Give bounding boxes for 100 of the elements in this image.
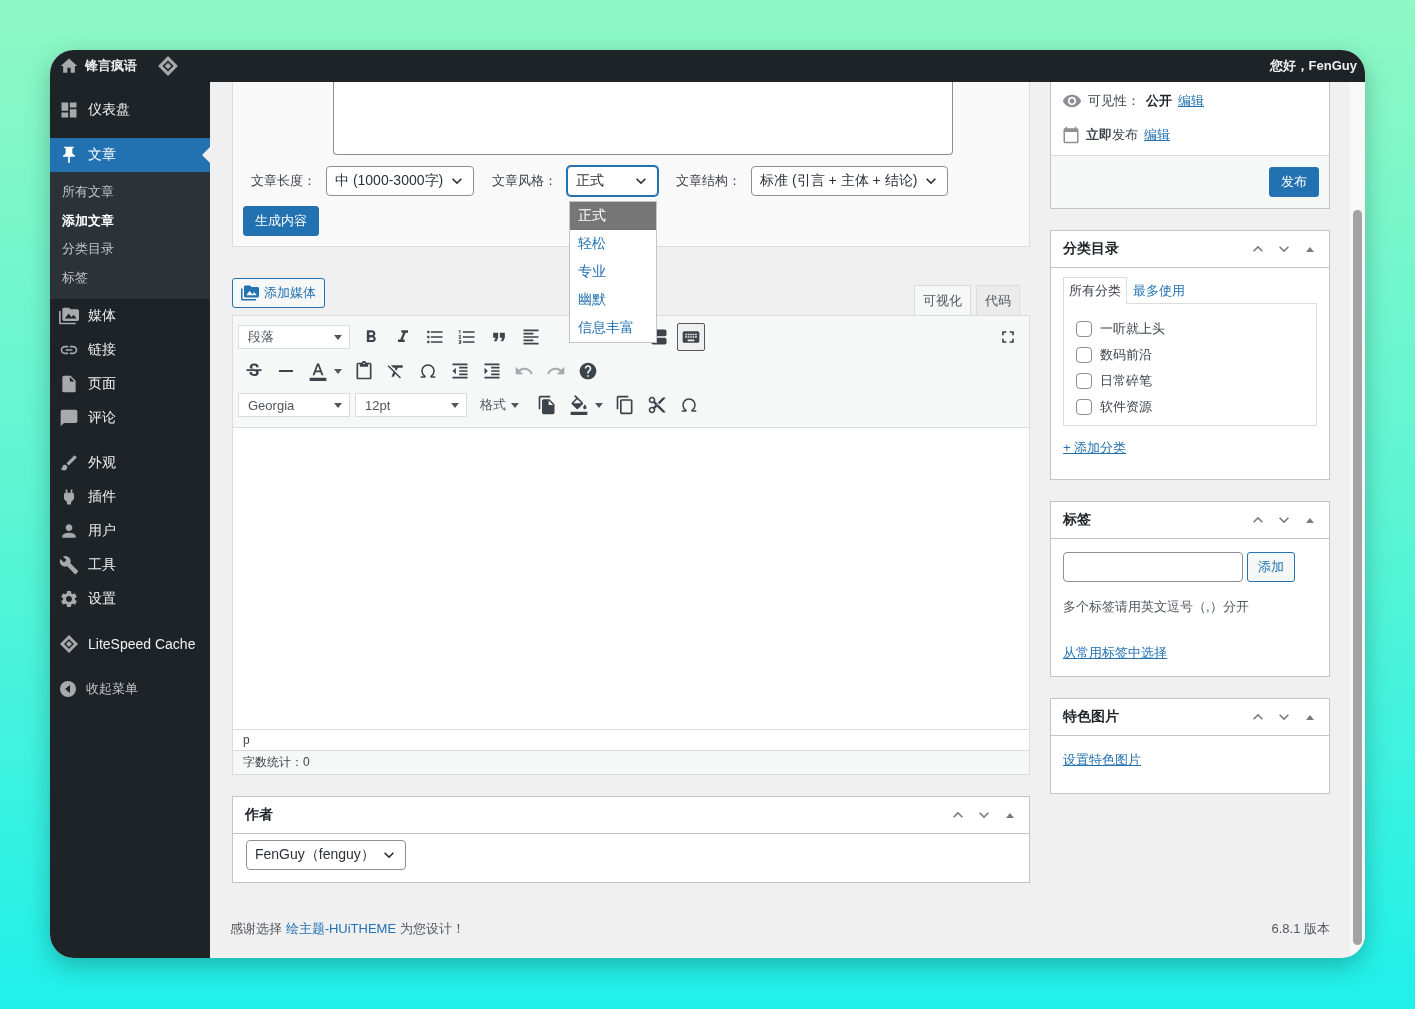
clipboard-icon (354, 361, 374, 381)
tag-hint: 多个标签请用英文逗号（,）分开 (1063, 598, 1250, 616)
edit-link[interactable]: 编辑 (1144, 126, 1170, 144)
triangle-up-icon (1006, 812, 1014, 818)
set-featured-image-link[interactable]: 设置特色图片 (1063, 751, 1141, 769)
sidebar-item[interactable]: 外观 (50, 446, 210, 480)
current-pointer (202, 147, 210, 163)
category-label: 日常碎笔 (1100, 372, 1152, 390)
category-tab[interactable]: 所有分类 (1063, 277, 1127, 304)
sidebar-item[interactable]: 工具 (50, 548, 210, 582)
omega-icon (419, 362, 437, 380)
sidebar-item[interactable]: 页面 (50, 367, 210, 401)
sidebar-item[interactable]: 文章 (50, 138, 210, 172)
version-text: 6.8.1 版本 (1271, 920, 1330, 938)
category-label: 一听就上头 (1100, 320, 1165, 338)
site-name[interactable]: 锋言疯语 (85, 57, 137, 75)
outdent-icon (450, 361, 470, 381)
checkbox[interactable] (1076, 321, 1092, 337)
option-select[interactable]: 中 (1000-3000字) (326, 166, 475, 196)
fill-color-icon (569, 395, 589, 415)
caret-icon (334, 402, 342, 408)
triangle-up-icon (1306, 517, 1314, 523)
theme-link[interactable]: 绘主题-HUiTHEME (285, 921, 397, 936)
format-select[interactable]: Georgia (238, 393, 350, 417)
word-count: 字数统计：0 (233, 750, 1029, 774)
settings-icon (59, 589, 79, 609)
category-tab[interactable]: 最多使用 (1127, 277, 1191, 304)
field-label: 文章风格： (492, 172, 558, 190)
keyboard-button[interactable] (677, 323, 705, 351)
caret-icon[interactable] (334, 368, 342, 374)
checkbox[interactable] (1076, 399, 1092, 415)
sidebar-item[interactable]: 仪表盘 (50, 93, 210, 127)
choose-tags-link[interactable]: 从常用标签中选择 (1063, 644, 1167, 662)
author-select[interactable]: FenGuy（fenguy） (246, 840, 406, 870)
checkbox[interactable] (1076, 373, 1092, 389)
home-icon[interactable] (59, 56, 79, 76)
numbered-list-icon (457, 327, 477, 347)
option-select[interactable]: 正式 (567, 166, 659, 196)
category-label: 软件资源 (1100, 398, 1152, 416)
dropdown-option[interactable]: 正式 (570, 202, 657, 230)
format-menu[interactable]: 格式 (476, 391, 523, 419)
text-color-icon (308, 361, 328, 381)
align-left-icon (521, 327, 541, 347)
editor-tab[interactable]: 代码 (976, 285, 1020, 315)
triangle-up-icon (1306, 246, 1314, 252)
user-greeting[interactable]: 您好，FenGuy (1269, 57, 1357, 75)
sidebar-item[interactable]: 链接 (50, 333, 210, 367)
category-label: 数码前沿 (1100, 346, 1152, 364)
documents-icon (537, 395, 557, 415)
field-label: 文章结构： (676, 172, 742, 190)
submenu-item[interactable]: 标签 (50, 263, 210, 292)
brush-icon (59, 453, 79, 473)
sidebar-item[interactable]: 用户 (50, 514, 210, 548)
box-title: 特色图片 (1063, 708, 1120, 726)
add-media-button[interactable]: 添加媒体 (232, 278, 325, 308)
collapse-menu[interactable]: 收起菜单 (50, 672, 210, 706)
add-category-link[interactable]: + 添加分类 (1063, 439, 1127, 457)
sidebar-item[interactable]: 插件 (50, 480, 210, 514)
option-select[interactable]: 标准 (引言 + 主体 + 结论) (751, 166, 949, 196)
diamond-icon[interactable] (157, 55, 179, 77)
visibility-value: 公开 (1146, 92, 1172, 110)
caret-icon (334, 334, 342, 340)
editor-tab[interactable]: 可视化 (914, 285, 971, 315)
collapse-icon (59, 680, 77, 698)
media-icon (59, 306, 79, 326)
format-select[interactable]: 段落 (238, 325, 350, 349)
horizontal-line-icon (279, 370, 293, 372)
caret-icon (451, 402, 459, 408)
sidebar-item[interactable]: 设置 (50, 582, 210, 616)
tag-input[interactable] (1063, 552, 1243, 582)
media-icon (241, 284, 259, 302)
wrench-icon (59, 555, 79, 575)
help-icon (578, 361, 598, 381)
scissors-icon (647, 395, 667, 415)
triangle-up-icon (1306, 714, 1314, 720)
box-title: 标签 (1063, 511, 1092, 529)
publish-button[interactable]: 发布 (1269, 167, 1319, 197)
field-label: 文章长度： (251, 172, 316, 190)
sidebar-item[interactable]: 评论 (50, 401, 210, 435)
submenu-item[interactable]: 添加文章 (50, 206, 210, 235)
sidebar-item[interactable]: LiteSpeed Cache (50, 627, 210, 661)
sidebar-item[interactable]: 媒体 (50, 299, 210, 333)
checkbox[interactable] (1076, 347, 1092, 363)
edit-link[interactable]: 编辑 (1178, 92, 1204, 110)
footer-credit: 感谢选择 绘主题-HUiTHEME 为您设计！ (230, 920, 465, 938)
scrollbar[interactable] (1350, 82, 1365, 958)
box-title: 分类目录 (1063, 240, 1120, 258)
caret-icon[interactable] (595, 402, 603, 408)
diamond-icon (59, 634, 79, 654)
box-title: 作者 (245, 806, 274, 824)
caret-icon (511, 402, 519, 408)
omega-icon (680, 396, 698, 414)
dashboard-icon (59, 100, 79, 120)
add-tag-button[interactable]: 添加 (1247, 552, 1295, 582)
format-select[interactable]: 12pt (355, 393, 467, 417)
submenu-item[interactable]: 分类目录 (50, 235, 210, 264)
copy-icon (615, 395, 635, 415)
submenu-item[interactable]: 所有文章 (50, 178, 210, 207)
generate-button[interactable]: 生成内容 (243, 206, 319, 236)
comment-icon (59, 408, 79, 428)
